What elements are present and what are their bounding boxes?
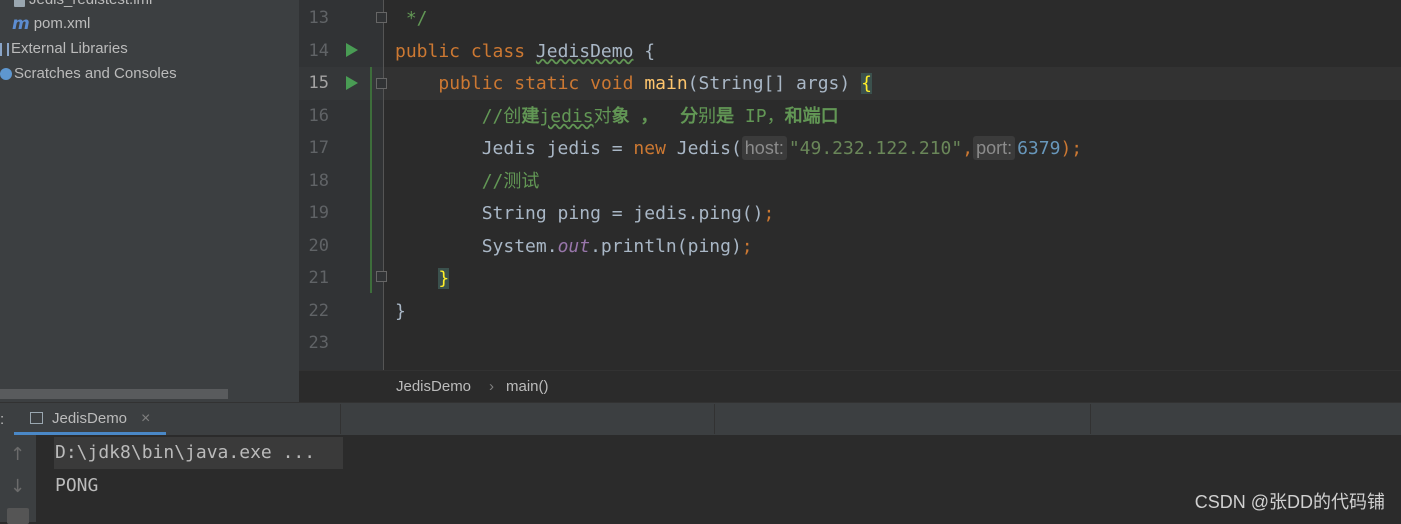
code-line-19[interactable]: String ping = jedis.ping();: [395, 197, 775, 230]
gutter-divider: [383, 0, 384, 370]
console-line-output: PONG: [55, 475, 99, 496]
vcs-change-marker[interactable]: [370, 67, 372, 293]
code-line-22[interactable]: }: [395, 295, 406, 328]
line-number: 22: [308, 301, 329, 321]
arrow-down-icon[interactable]: ↓: [10, 476, 25, 497]
line-number-current: 15: [308, 73, 329, 93]
parameter-hint-port: port:: [973, 136, 1016, 160]
code-line-15[interactable]: public static void main(String[] args) {: [395, 67, 872, 100]
tree-item-pom[interactable]: m pom.xml: [12, 12, 90, 36]
maven-icon: m: [12, 14, 30, 35]
divider: [340, 404, 341, 434]
code-line-13[interactable]: */: [395, 2, 428, 35]
line-number: 16: [308, 106, 329, 126]
tree-item-label: pom.xml: [33, 15, 91, 32]
chevron-right-icon: ›: [489, 378, 494, 395]
tree-item-label: Scratches and Consoles: [14, 65, 177, 82]
line-number: 23: [308, 333, 329, 353]
watermark: CSDN @张DD的代码铺: [1194, 492, 1385, 512]
console-line-command[interactable]: D:\jdk8\bin\java.exe ...: [55, 437, 315, 469]
breadcrumb: JedisDemo › main(): [299, 370, 1401, 403]
breadcrumb-method[interactable]: main(): [506, 371, 549, 403]
line-number: 18: [308, 171, 329, 191]
divider: [1090, 404, 1091, 434]
code-line-21[interactable]: }: [395, 262, 450, 295]
console-icon: [30, 412, 43, 424]
fold-marker-icon[interactable]: [376, 78, 387, 89]
run-class-icon[interactable]: [346, 43, 358, 57]
run-main-icon[interactable]: [346, 76, 358, 90]
library-icon: [0, 42, 9, 56]
run-label-prefix: :: [0, 411, 5, 428]
code-line-20[interactable]: System.out.println(ping);: [395, 230, 753, 263]
code-line-18[interactable]: //测试: [395, 165, 540, 198]
parameter-hint-host: host:: [741, 136, 787, 160]
line-number: 14: [308, 41, 329, 61]
code-line-17[interactable]: Jedis jedis = new Jedis(host: "49.232.122…: [395, 132, 1082, 165]
line-number: 21: [308, 268, 329, 288]
iml-file-icon: [14, 0, 25, 7]
line-number: 13: [308, 8, 329, 28]
tree-item-label: Jedis_redistest.iml: [29, 0, 152, 8]
code-line-16[interactable]: //创建jedis对象 ， 分别是 IP，和端口: [395, 100, 839, 133]
tree-item-iml[interactable]: Jedis_redistest.iml: [14, 0, 152, 12]
line-number: 20: [308, 236, 329, 256]
line-number: 19: [308, 203, 329, 223]
arrow-up-icon[interactable]: ↑: [10, 444, 25, 465]
scratches-icon: [0, 68, 12, 81]
tree-item-external-libraries[interactable]: External Libraries: [0, 37, 128, 61]
project-tree: Jedis_redistest.iml mpom.xml External Li…: [0, 0, 299, 402]
divider: [714, 404, 715, 434]
code-line-14[interactable]: public class JedisDemo {: [395, 35, 655, 68]
tree-item-label: External Libraries: [11, 40, 128, 57]
tab-jedisdemo[interactable]: JedisDemo ×: [14, 402, 166, 435]
fold-marker-icon[interactable]: [376, 271, 387, 282]
tree-item-scratches[interactable]: Scratches and Consoles: [0, 62, 177, 86]
fold-marker-icon[interactable]: [376, 12, 387, 23]
breadcrumb-class[interactable]: JedisDemo: [396, 371, 471, 403]
horizontal-scrollbar[interactable]: [0, 389, 228, 399]
line-number: 17: [308, 138, 329, 158]
run-tool-window-header: :: [0, 402, 1401, 436]
tab-label: JedisDemo: [52, 410, 128, 427]
close-icon[interactable]: ×: [141, 402, 150, 435]
